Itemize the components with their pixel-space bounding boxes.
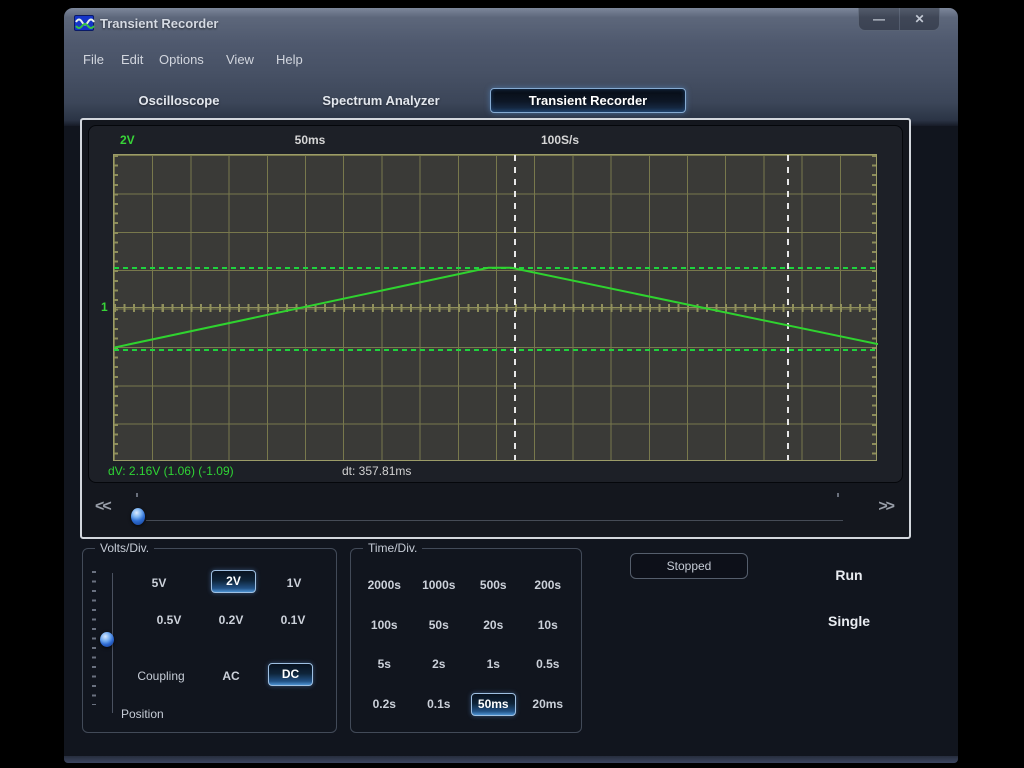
time-div-group: Time/Div. 2000s 1000s 500s 200s 100s 50s… — [350, 548, 582, 733]
position-label: Position — [121, 707, 164, 721]
menu-options[interactable]: Options — [159, 52, 204, 67]
single-button[interactable]: Single — [809, 613, 889, 629]
menu-view[interactable]: View — [226, 52, 254, 67]
channel-1-marker: 1 — [101, 300, 108, 314]
time-option-1s[interactable]: 1s — [487, 657, 500, 671]
window-bottom-edge — [64, 756, 958, 763]
time-option-200s[interactable]: 200s — [534, 578, 561, 592]
tab-spectrum-analyzer[interactable]: Spectrum Analyzer — [300, 93, 462, 108]
position-slider-ticks — [92, 571, 96, 705]
time-option-2s[interactable]: 2s — [432, 657, 445, 671]
time-option-1000s[interactable]: 1000s — [422, 578, 455, 592]
menu-help[interactable]: Help — [276, 52, 303, 67]
menu-edit[interactable]: Edit — [121, 52, 143, 67]
window-title: Transient Recorder — [100, 16, 219, 31]
scroll-thumb[interactable] — [131, 508, 145, 525]
time-option-10s[interactable]: 10s — [538, 618, 558, 632]
dv-readout: dV: 2.16V (1.06) (-1.09) — [108, 464, 234, 478]
time-option-0.1s[interactable]: 0.1s — [427, 697, 450, 711]
volts-option-2v-selected[interactable]: 2V — [211, 570, 256, 593]
scope-sample-rate-label: 100S/s — [520, 133, 600, 147]
time-option-50ms-pill[interactable]: 50ms — [471, 693, 516, 716]
time-option-0.2s[interactable]: 0.2s — [373, 697, 396, 711]
coupling-label: Coupling — [131, 669, 191, 683]
time-option-50s[interactable]: 50s — [429, 618, 449, 632]
time-option-5s[interactable]: 5s — [378, 657, 391, 671]
app-window: Transient Recorder — ✕ File Edit Options… — [64, 8, 958, 763]
time-option-20ms[interactable]: 20ms — [532, 697, 563, 711]
window-controls: — ✕ — [858, 8, 940, 31]
time-option-100s[interactable]: 100s — [371, 618, 398, 632]
volts-option-0.1v[interactable]: 0.1V — [273, 613, 313, 627]
time-div-options: 2000s 1000s 500s 200s 100s 50s 20s 10s 5… — [357, 565, 575, 724]
coupling-option-ac[interactable]: AC — [211, 669, 251, 683]
scroll-tick-left — [136, 493, 138, 497]
volts-div-group: Volts/Div. Position 5V 2V 1V 0.5V 0.2V 0… — [82, 548, 337, 733]
scope-graticule[interactable]: 1 — [113, 154, 877, 461]
dt-readout: dt: 357.81ms — [342, 464, 411, 478]
app-waveform-icon — [74, 15, 94, 31]
scroll-track[interactable] — [146, 520, 843, 522]
close-button[interactable]: ✕ — [899, 8, 939, 30]
position-slider-thumb[interactable] — [100, 632, 114, 647]
time-option-0.5s[interactable]: 0.5s — [536, 657, 559, 671]
signal-trace — [114, 155, 878, 462]
time-option-20s[interactable]: 20s — [483, 618, 503, 632]
scroll-tick-right — [837, 493, 839, 497]
scope-panel: 2V 50ms 100S/s 1 dV: 2.16V (1.06) (-1.09… — [80, 118, 911, 539]
scroll-left-button[interactable]: << — [95, 498, 110, 516]
scope-volts-per-div-label: 2V — [120, 133, 135, 147]
status-indicator: Stopped — [630, 553, 748, 579]
window-top-section: Transient Recorder — ✕ File Edit Options… — [64, 8, 958, 126]
time-option-2000s[interactable]: 2000s — [368, 578, 401, 592]
time-option-500s[interactable]: 500s — [480, 578, 507, 592]
time-option-50ms-selected[interactable]: 50ms — [471, 693, 516, 716]
volts-option-0.5v[interactable]: 0.5V — [149, 613, 189, 627]
coupling-option-dc-selected[interactable]: DC — [268, 663, 313, 686]
time-div-title: Time/Div. — [363, 541, 422, 555]
volts-option-1v[interactable]: 1V — [274, 576, 314, 590]
run-button[interactable]: Run — [809, 567, 889, 583]
minimize-button[interactable]: — — [859, 8, 899, 30]
tab-transient-recorder[interactable]: Transient Recorder — [490, 88, 686, 113]
scroll-right-button[interactable]: >> — [878, 498, 893, 516]
menu-file[interactable]: File — [83, 52, 104, 67]
title-bar[interactable]: Transient Recorder — ✕ — [64, 8, 958, 38]
volts-option-0.2v[interactable]: 0.2V — [211, 613, 251, 627]
volts-option-5v[interactable]: 5V — [139, 576, 179, 590]
volts-div-title: Volts/Div. — [95, 541, 154, 555]
scope-time-per-div-label: 50ms — [270, 133, 350, 147]
tab-oscilloscope[interactable]: Oscilloscope — [118, 93, 240, 108]
